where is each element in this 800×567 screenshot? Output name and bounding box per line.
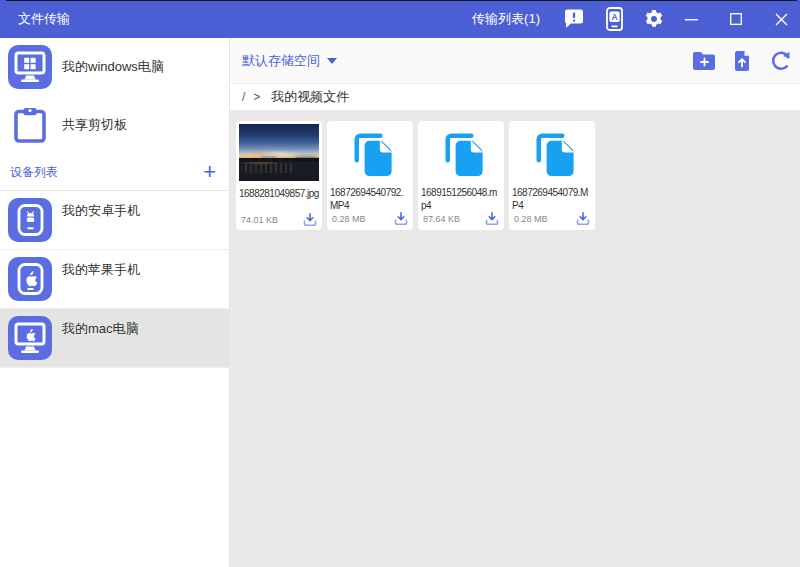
file-size: 0.28 MB <box>332 214 366 224</box>
transfer-list-button[interactable]: 传输列表(1) <box>472 10 540 28</box>
sidebar-item-shared-clipboard[interactable]: 共享剪切板 <box>0 96 229 154</box>
file-toolbar: 默认存储空间 <box>230 38 800 84</box>
file-copy-icon <box>421 124 501 180</box>
device-list-header: 设备列表 + <box>0 154 229 191</box>
breadcrumb-separator: > <box>253 90 260 104</box>
clipboard-icon <box>8 103 52 147</box>
breadcrumb-root[interactable]: / <box>242 90 245 104</box>
file-copy-icon <box>330 124 410 180</box>
window-title: 文件传输 <box>18 10 70 28</box>
sidebar-item-label: 我的windows电脑 <box>62 58 164 76</box>
file-transfer-app: 文件传输 传输列表(1) A <box>0 0 800 567</box>
upload-file-button[interactable] <box>730 49 754 73</box>
phone-mirror-icon[interactable]: A <box>602 7 626 31</box>
apple-phone-icon <box>8 257 52 301</box>
file-grid: 1688281049857.jpg 74.01 KB <box>230 110 800 567</box>
minimize-button[interactable] <box>676 6 706 32</box>
device-item-label: 我的mac电脑 <box>62 320 139 338</box>
android-phone-icon <box>8 198 52 242</box>
device-item-apple-phone[interactable]: 我的苹果手机 <box>0 250 229 309</box>
svg-text:A: A <box>611 12 617 22</box>
device-item-label: 我的苹果手机 <box>62 261 140 279</box>
storage-selector[interactable]: 默认存储空间 <box>242 52 337 70</box>
breadcrumb-current: 我的视频文件 <box>271 88 349 106</box>
download-icon[interactable] <box>394 212 408 225</box>
file-name: 16872694540792.MP4 <box>330 186 410 212</box>
file-card[interactable]: 1687269454079.MP4 0.28 MB <box>509 121 595 230</box>
close-button[interactable] <box>766 6 796 32</box>
file-preview <box>239 124 319 181</box>
breadcrumb: / > 我的视频文件 <box>230 84 800 110</box>
chevron-down-icon <box>327 58 337 64</box>
settings-gear-icon[interactable] <box>642 7 666 31</box>
storage-selector-label: 默认存储空间 <box>242 52 320 70</box>
file-card[interactable]: 16872694540792.MP4 0.28 MB <box>327 121 413 230</box>
main-panel: 默认存储空间 <box>230 38 800 567</box>
add-device-button[interactable]: + <box>203 161 216 183</box>
mac-computer-icon <box>8 316 52 360</box>
device-list-title: 设备列表 <box>10 164 58 181</box>
new-folder-button[interactable] <box>692 49 716 73</box>
file-size: 87.64 KB <box>423 214 460 224</box>
file-name: 1689151256048.mp4 <box>421 186 501 212</box>
file-size: 74.01 KB <box>241 215 278 225</box>
download-icon[interactable] <box>485 212 499 225</box>
file-card[interactable]: 1688281049857.jpg 74.01 KB <box>236 121 322 230</box>
download-icon[interactable] <box>303 213 317 226</box>
titlebar: 文件传输 传输列表(1) A <box>0 0 800 38</box>
file-name: 1688281049857.jpg <box>239 187 319 213</box>
file-name: 1687269454079.MP4 <box>512 186 592 212</box>
sidebar: 我的windows电脑 共享剪切板 设备列表 + <box>0 38 230 567</box>
feedback-icon[interactable] <box>562 7 586 31</box>
device-item-label: 我的安卓手机 <box>62 202 140 220</box>
file-card[interactable]: 1689151256048.mp4 87.64 KB <box>418 121 504 230</box>
file-size: 0.28 MB <box>514 214 548 224</box>
device-item-mac-computer[interactable]: 我的mac电脑 <box>0 309 229 368</box>
windows-computer-icon <box>8 45 52 89</box>
image-thumbnail <box>239 124 319 181</box>
refresh-button[interactable] <box>768 49 792 73</box>
maximize-button[interactable] <box>721 6 751 32</box>
sidebar-item-label: 共享剪切板 <box>62 116 127 134</box>
file-copy-icon <box>512 124 592 180</box>
device-item-android-phone[interactable]: 我的安卓手机 <box>0 191 229 250</box>
sidebar-item-my-computer[interactable]: 我的windows电脑 <box>0 38 229 96</box>
download-icon[interactable] <box>576 212 590 225</box>
window-top-edge <box>6 0 797 1</box>
